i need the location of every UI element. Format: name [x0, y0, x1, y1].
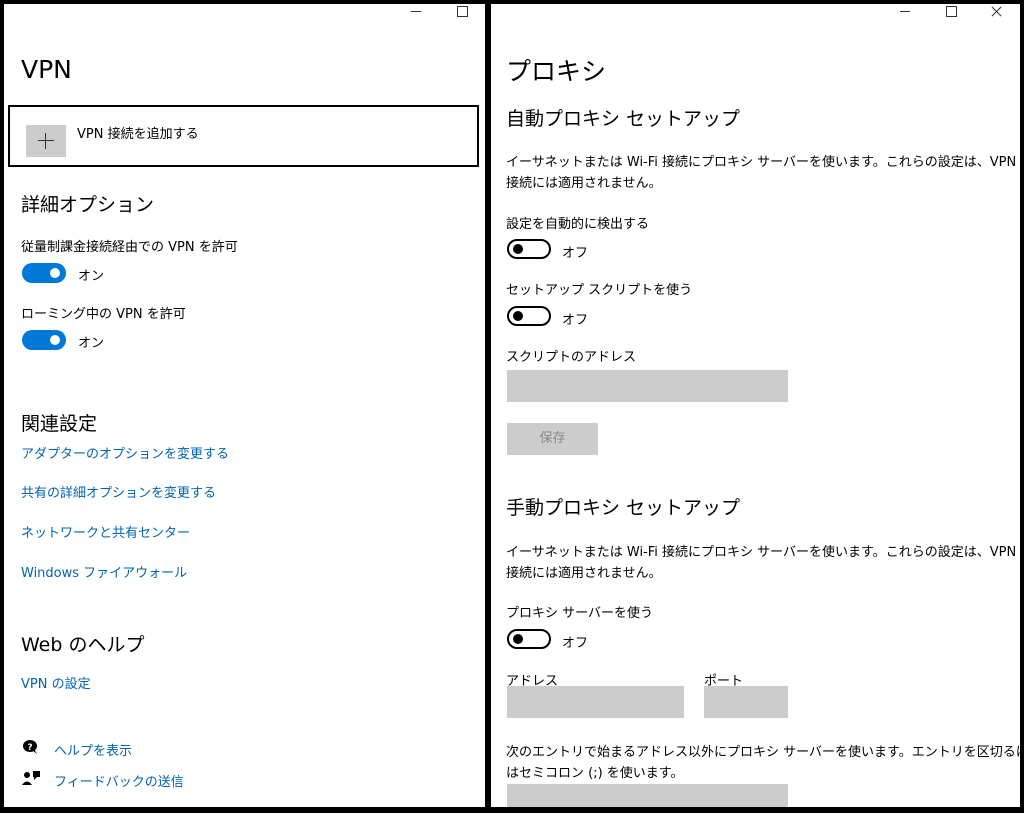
get-help-link[interactable]: ヘルプを表示	[54, 740, 132, 759]
link-network-sharing-center[interactable]: ネットワークと共有センター	[21, 522, 190, 541]
link-advanced-sharing[interactable]: 共有の詳細オプションを変更する	[21, 482, 216, 501]
save-button[interactable]: 保存	[507, 423, 598, 455]
maximize-button[interactable]	[928, 4, 974, 18]
roaming-vpn-state: オン	[78, 336, 105, 351]
proxy-address-input[interactable]	[507, 686, 684, 718]
feedback-icon	[22, 770, 40, 786]
auto-detect-state: オフ	[562, 246, 589, 261]
exceptions-input[interactable]	[507, 784, 788, 807]
use-proxy-label: プロキシ サーバーを使う	[506, 606, 654, 621]
proxy-settings-window: プロキシ 自動プロキシ セットアップ イーサネットまたは Wi-Fi 接続にプロ…	[491, 4, 1020, 807]
caption-buttons	[393, 4, 485, 18]
setup-script-label: セットアップ スクリプトを使う	[506, 283, 693, 298]
use-proxy-state: オフ	[562, 636, 589, 651]
exceptions-description-line2: はセミコロン (;) を使います。	[506, 766, 684, 781]
roaming-vpn-label: ローミング中の VPN を許可	[21, 307, 186, 322]
setup-script-state: オフ	[562, 313, 589, 328]
metered-vpn-state: オン	[78, 269, 105, 284]
help-icon: ?	[22, 739, 40, 755]
script-address-label: スクリプトのアドレス	[506, 350, 637, 365]
minimize-button[interactable]	[393, 4, 439, 18]
proxy-port-input[interactable]	[704, 686, 788, 718]
manual-proxy-description-line2: 接続には適用されません。	[506, 566, 662, 581]
caption-buttons	[882, 4, 1020, 18]
web-help-heading: Web のヘルプ	[21, 634, 145, 656]
link-vpn-settings-help[interactable]: VPN の設定	[21, 673, 91, 692]
manual-proxy-heading: 手動プロキシ セットアップ	[506, 497, 741, 519]
manual-proxy-description-line1: イーサネットまたは Wi-Fi 接続にプロキシ サーバーを使います。これらの設定…	[506, 545, 1017, 560]
auto-detect-toggle[interactable]	[507, 239, 551, 259]
svg-text:?: ?	[27, 743, 32, 753]
link-windows-firewall[interactable]: Windows ファイアウォール	[21, 562, 187, 581]
roaming-vpn-toggle[interactable]	[22, 330, 66, 350]
metered-vpn-label: 従量制課金接続経由での VPN を許可	[21, 240, 238, 255]
minimize-button[interactable]	[882, 4, 928, 18]
exceptions-description-line1: 次のエントリで始まるアドレス以外にプロキシ サーバーを使います。エントリを区切る…	[506, 745, 1020, 760]
close-button[interactable]	[974, 4, 1020, 18]
script-address-input[interactable]	[507, 370, 788, 402]
auto-proxy-description-line1: イーサネットまたは Wi-Fi 接続にプロキシ サーバーを使います。これらの設定…	[506, 155, 1017, 170]
link-adapter-options[interactable]: アダプターのオプションを変更する	[21, 443, 229, 462]
setup-script-toggle[interactable]	[507, 306, 551, 326]
auto-proxy-heading: 自動プロキシ セットアップ	[506, 108, 741, 130]
add-vpn-label: VPN 接続を追加する	[77, 127, 199, 142]
send-feedback-link[interactable]: フィードバックの送信	[54, 771, 184, 790]
related-settings-heading: 関連設定	[21, 413, 98, 435]
use-proxy-toggle[interactable]	[507, 629, 551, 649]
vpn-settings-window: VPN VPN 接続を追加する 詳細オプション 従量制課金接続経由での VPN …	[4, 4, 485, 807]
page-title: VPN	[21, 55, 72, 84]
advanced-options-heading: 詳細オプション	[21, 194, 155, 216]
auto-proxy-description-line2: 接続には適用されません。	[506, 176, 662, 191]
auto-detect-label: 設定を自動的に検出する	[506, 217, 650, 232]
plus-icon	[26, 125, 66, 157]
maximize-button[interactable]	[439, 4, 485, 18]
metered-vpn-toggle[interactable]	[22, 263, 66, 283]
add-vpn-button[interactable]: VPN 接続を追加する	[8, 105, 479, 167]
page-title: プロキシ	[506, 57, 607, 86]
